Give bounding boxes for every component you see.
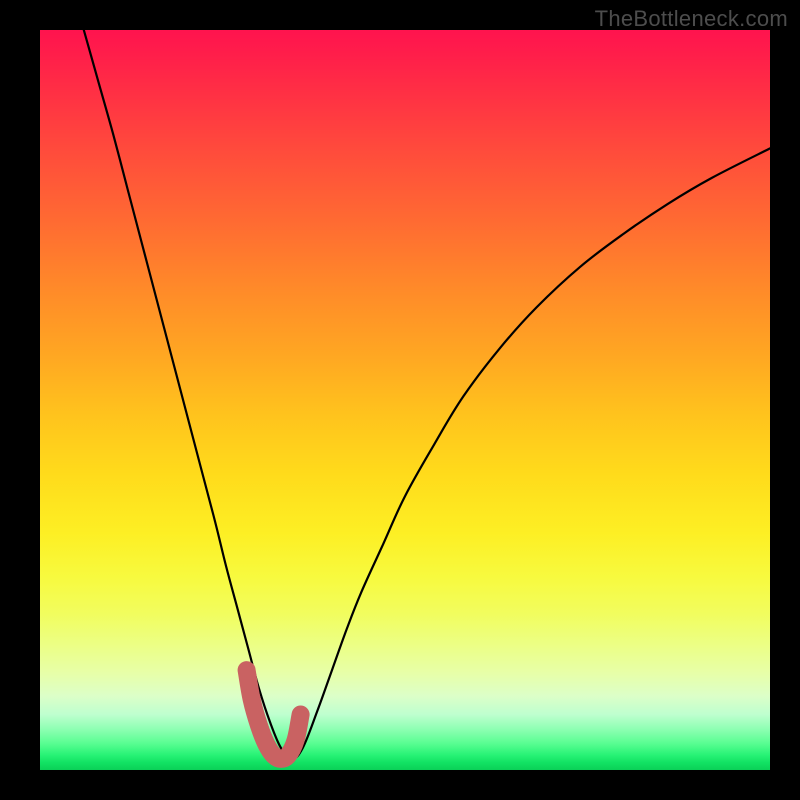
optimal-zone-highlight — [247, 670, 301, 759]
bottleneck-curve — [84, 30, 770, 759]
curve-layer — [40, 30, 770, 770]
chart-frame: TheBottleneck.com — [0, 0, 800, 800]
plot-area — [40, 30, 770, 770]
watermark-text: TheBottleneck.com — [595, 6, 788, 32]
